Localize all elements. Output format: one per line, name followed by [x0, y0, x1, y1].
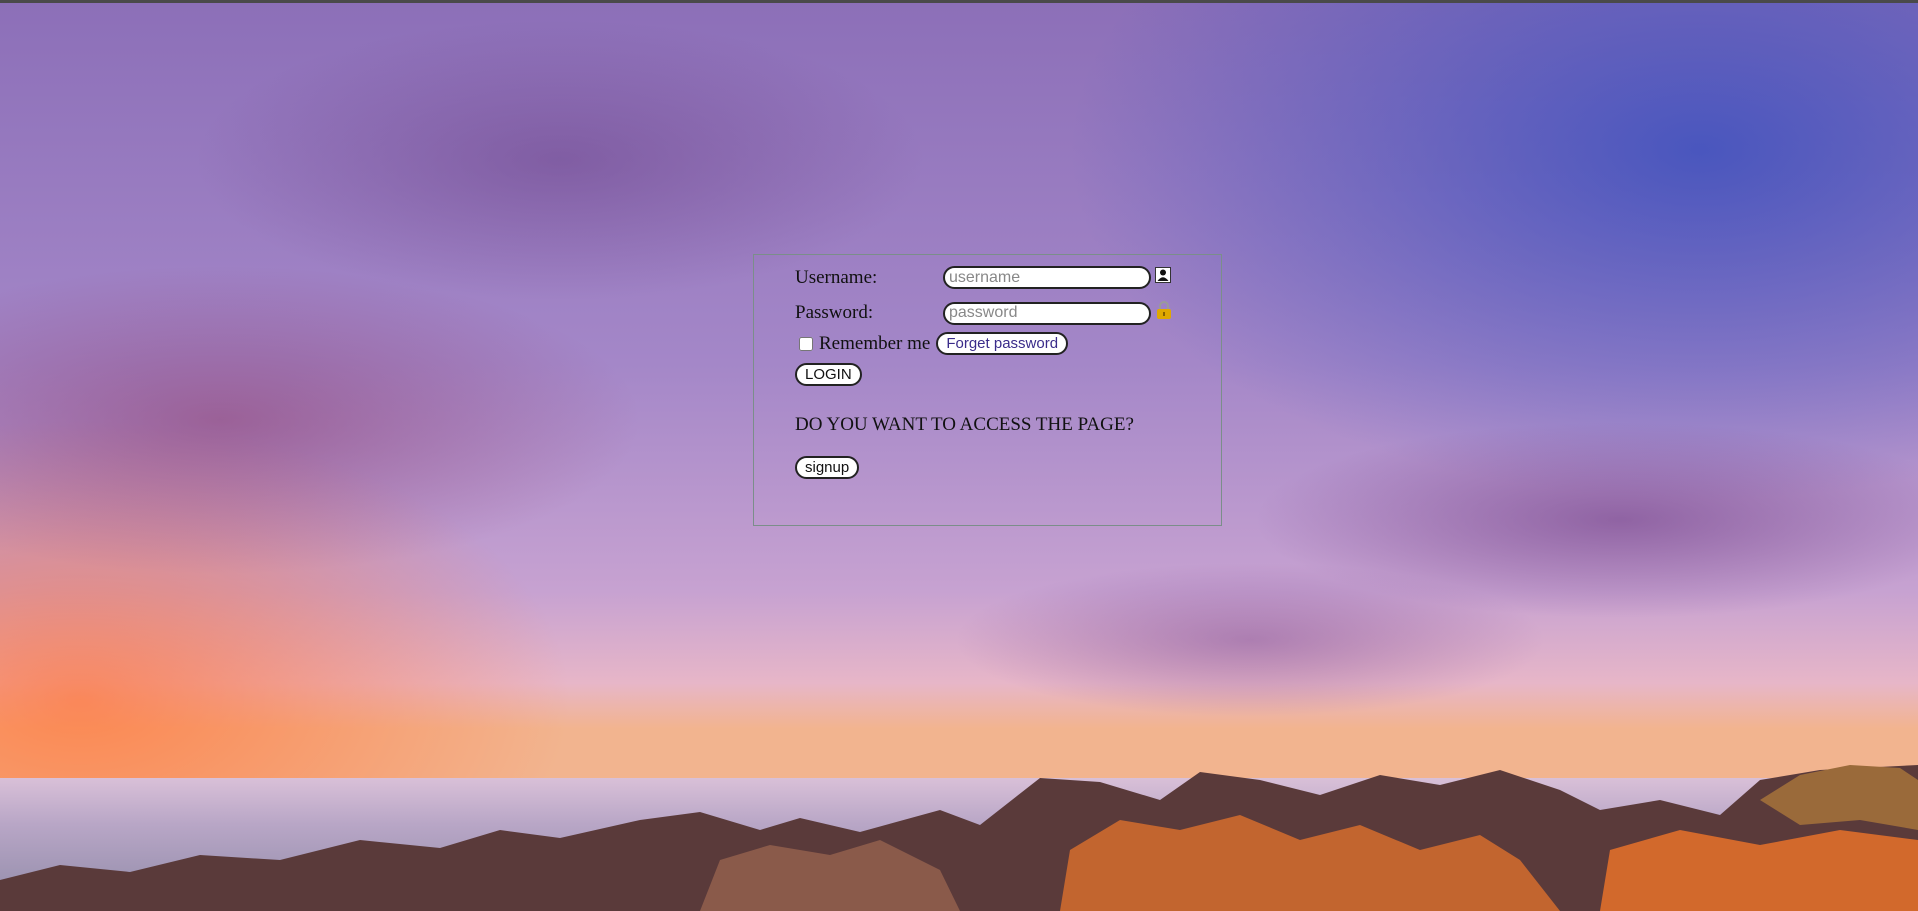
remember-row: Remember me Forget password [795, 332, 1069, 355]
forget-password-button[interactable]: Forget password [936, 332, 1069, 355]
username-input[interactable] [943, 266, 1151, 289]
username-label: Username: [795, 266, 878, 288]
signup-row: signup [795, 456, 860, 479]
password-label: Password: [795, 302, 874, 323]
password-row: Password: [795, 300, 1173, 326]
background-rocks [0, 765, 1918, 911]
remember-checkbox[interactable] [799, 336, 813, 351]
login-panel: Username: Password: Remember me Forget p… [753, 254, 1222, 526]
remember-label: Remember me [819, 332, 931, 354]
username-row: Username: [795, 266, 1171, 289]
signup-button[interactable]: signup [795, 456, 860, 479]
password-input[interactable] [943, 301, 1151, 325]
user-icon [1155, 266, 1171, 289]
lock-icon [1155, 300, 1173, 326]
login-button[interactable]: LOGIN [795, 363, 862, 386]
access-question: DO YOU WANT TO ACCESS THE PAGE? [795, 414, 1134, 435]
login-row: LOGIN [795, 363, 862, 386]
top-border [0, 0, 1918, 3]
